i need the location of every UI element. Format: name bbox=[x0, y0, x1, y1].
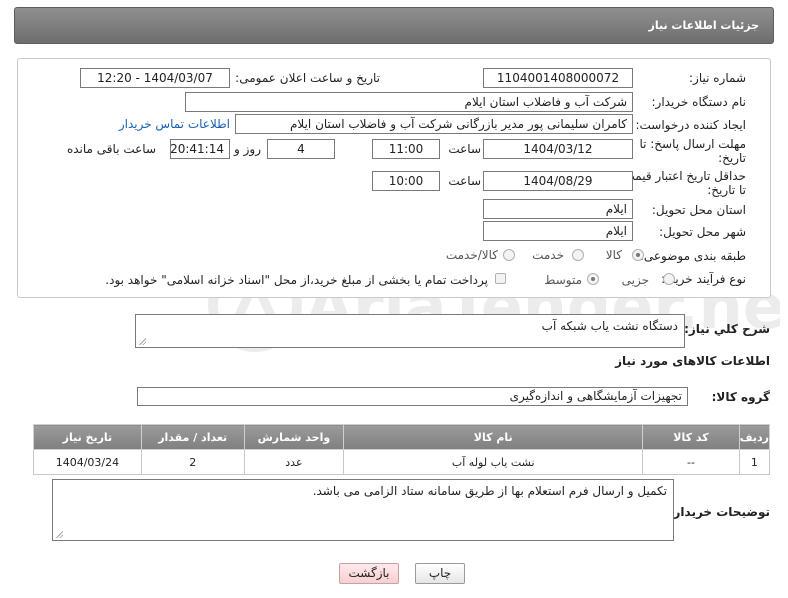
goods-group-field: تجهیزات آزمایشگاهی و اندازه‌گیری bbox=[137, 387, 688, 406]
buyer-notes-label: توضیحات خریدار: bbox=[668, 505, 770, 519]
buyer-org-field: شرکت آب و فاضلاب استان ایلام bbox=[185, 92, 633, 112]
treasury-payment-note: پرداخت تمام یا بخشی از مبلغ خرید،از محل … bbox=[105, 273, 488, 287]
process-radio-minor[interactable] bbox=[663, 273, 675, 285]
column-header-quantity: تعداد / مقدار bbox=[140, 424, 245, 450]
need-number-field: 1104001408000072 bbox=[483, 68, 633, 88]
validity-time-field: 10:00 bbox=[372, 171, 440, 191]
deadline-time-label: ساعت bbox=[448, 142, 481, 156]
province-label: استان محل تحویل: bbox=[651, 203, 746, 217]
goods-group-label: گروه کالا: bbox=[711, 390, 770, 404]
resize-grip-icon bbox=[55, 530, 63, 538]
column-header-item-name: نام کالا bbox=[343, 424, 644, 450]
remaining-time-label: ساعت باقی مانده bbox=[66, 142, 156, 156]
category-radio-goods[interactable] bbox=[632, 249, 644, 261]
remaining-days-field: 4 bbox=[267, 139, 335, 159]
category-option-goods: کالا bbox=[605, 248, 622, 262]
buyer-notes-text: تکمیل و ارسال فرم استعلام بها از طریق سا… bbox=[312, 484, 667, 498]
validity-date-field: 1404/08/29 bbox=[483, 171, 633, 191]
cell-item-code: -- bbox=[642, 449, 740, 475]
back-button[interactable]: بازگشت bbox=[339, 563, 399, 584]
buyer-notes-textarea: تکمیل و ارسال فرم استعلام بها از طریق سا… bbox=[52, 479, 674, 541]
print-button[interactable]: چاپ bbox=[415, 563, 465, 584]
province-field: ایلام bbox=[483, 199, 633, 219]
category-radio-goods-service[interactable] bbox=[503, 249, 515, 261]
category-label: طبقه بندی موضوعی: bbox=[639, 249, 746, 263]
page-header: جزئیات اطلاعات نیاز bbox=[14, 7, 774, 44]
cell-quantity: 2 bbox=[140, 449, 245, 475]
remaining-time-field: 20:41:14 bbox=[170, 139, 230, 159]
announce-datetime-label: تاریخ و ساعت اعلان عمومی: bbox=[235, 71, 380, 85]
goods-table: ردیف کد کالا نام کالا واحد شمارش تعداد /… bbox=[33, 424, 771, 475]
category-option-goods-service: کالا/خدمت bbox=[445, 248, 498, 262]
days-label: روز و bbox=[234, 142, 261, 156]
resize-grip-icon bbox=[138, 337, 146, 345]
process-option-medium: متوسط bbox=[544, 273, 582, 287]
table-row: 1 -- نشت یاب لوله آب عدد 2 1404/03/24 bbox=[33, 449, 771, 475]
cell-unit: عدد bbox=[243, 449, 345, 475]
creator-label: ایجاد کننده درخواست: bbox=[635, 118, 746, 132]
column-header-row-number: ردیف bbox=[738, 424, 771, 450]
column-header-unit: واحد شمارش bbox=[243, 424, 345, 450]
deadline-time-field: 11:00 bbox=[372, 139, 440, 159]
city-label: شهر محل تحویل: bbox=[659, 225, 746, 239]
cell-item-name: نشت یاب لوله آب bbox=[343, 449, 644, 475]
cell-need-date: 1404/03/24 bbox=[33, 449, 142, 475]
price-validity-label: حداقل تاریخ اعتبار قیمت: bbox=[619, 169, 746, 183]
creator-field: کامران سلیمانی پور مدیر بازرگانی شرکت آب… bbox=[235, 114, 633, 134]
buyer-org-label: نام دستگاه خریدار: bbox=[651, 95, 747, 109]
announce-datetime-field: 1404/03/07 - 12:20 bbox=[80, 68, 230, 88]
treasury-payment-checkbox[interactable] bbox=[495, 273, 506, 284]
summary-text: دستگاه نشت یاب شبکه آب bbox=[541, 319, 678, 333]
city-field: ایلام bbox=[483, 221, 633, 241]
validity-time-label: ساعت bbox=[448, 174, 481, 188]
process-option-minor: جزیی bbox=[621, 273, 649, 287]
deadline-label-date: تاریخ: bbox=[718, 151, 746, 165]
column-header-need-date: تاریخ نیاز bbox=[33, 424, 142, 450]
summary-label: شرح كلي نياز: bbox=[684, 322, 770, 336]
summary-textarea: دستگاه نشت یاب شبکه آب bbox=[135, 314, 685, 348]
buyer-contact-link[interactable]: اطلاعات تماس خریدار bbox=[119, 117, 230, 131]
price-validity-label-date: تا تاریخ: bbox=[707, 183, 746, 197]
deadline-date-field: 1404/03/12 bbox=[483, 139, 633, 159]
deadline-label: مهلت ارسال پاسخ: تا bbox=[639, 137, 746, 151]
category-radio-service[interactable] bbox=[572, 249, 584, 261]
category-option-service: خدمت bbox=[532, 248, 564, 262]
table-header-row: ردیف کد کالا نام کالا واحد شمارش تعداد /… bbox=[33, 424, 771, 450]
cell-row-number: 1 bbox=[738, 449, 771, 475]
goods-section-title: اطلاعات کالاهای مورد نیاز bbox=[615, 354, 770, 368]
page-title: جزئیات اطلاعات نیاز bbox=[648, 19, 760, 32]
need-number-label: شماره نیاز: bbox=[689, 71, 746, 85]
process-radio-medium[interactable] bbox=[587, 273, 599, 285]
column-header-item-code: کد کالا bbox=[642, 424, 740, 450]
